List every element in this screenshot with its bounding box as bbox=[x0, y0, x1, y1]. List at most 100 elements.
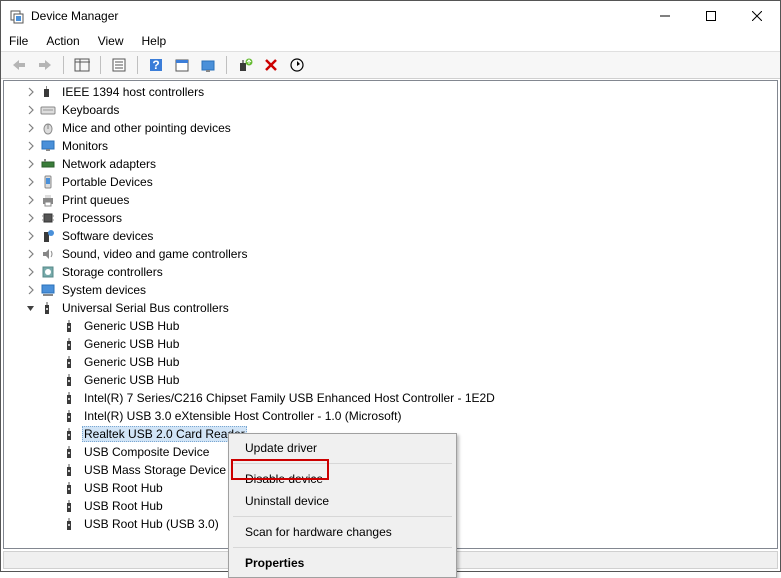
context-update-driver[interactable]: Update driver bbox=[231, 437, 454, 459]
category-node[interactable]: Network adapters bbox=[6, 155, 775, 173]
context-separator bbox=[233, 547, 452, 548]
category-label: Print queues bbox=[60, 192, 131, 208]
usb-device-icon bbox=[62, 318, 78, 334]
processor-icon bbox=[40, 210, 56, 226]
device-label: Realtek USB 2.0 Card Reader bbox=[82, 426, 247, 442]
network-icon bbox=[40, 156, 56, 172]
menubar: File Action View Help bbox=[1, 31, 780, 51]
minimize-button[interactable] bbox=[642, 1, 688, 31]
maximize-button[interactable] bbox=[688, 1, 734, 31]
context-scan-hardware[interactable]: Scan for hardware changes bbox=[231, 521, 454, 543]
context-properties[interactable]: Properties bbox=[231, 552, 454, 574]
help-button[interactable]: ? bbox=[144, 54, 168, 76]
collapse-arrow-icon[interactable] bbox=[24, 301, 38, 315]
menu-file[interactable]: File bbox=[7, 32, 30, 50]
expand-arrow-icon[interactable] bbox=[24, 121, 38, 135]
device-label: Generic USB Hub bbox=[82, 354, 181, 370]
expand-arrow-icon[interactable] bbox=[24, 283, 38, 297]
expand-arrow-icon[interactable] bbox=[24, 157, 38, 171]
category-node[interactable]: Storage controllers bbox=[6, 263, 775, 281]
device-node[interactable]: Intel(R) USB 3.0 eXtensible Host Control… bbox=[6, 407, 775, 425]
show-hide-tree-button[interactable] bbox=[70, 54, 94, 76]
svg-text:?: ? bbox=[152, 58, 159, 72]
portable-icon bbox=[40, 174, 56, 190]
usb-device-icon bbox=[62, 498, 78, 514]
category-label: Keyboards bbox=[60, 102, 121, 118]
category-label: Network adapters bbox=[60, 156, 158, 172]
expand-arrow-icon[interactable] bbox=[24, 211, 38, 225]
scan-hardware-button[interactable] bbox=[170, 54, 194, 76]
device-label: Generic USB Hub bbox=[82, 336, 181, 352]
device-node[interactable]: Generic USB Hub bbox=[6, 335, 775, 353]
expand-arrow-icon[interactable] bbox=[24, 229, 38, 243]
expand-arrow-icon[interactable] bbox=[24, 175, 38, 189]
category-node[interactable]: Monitors bbox=[6, 137, 775, 155]
device-node[interactable]: Intel(R) 7 Series/C216 Chipset Family US… bbox=[6, 389, 775, 407]
usb-device-icon bbox=[62, 390, 78, 406]
close-button[interactable] bbox=[734, 1, 780, 31]
storage-icon bbox=[40, 264, 56, 280]
usb-device-icon bbox=[62, 516, 78, 532]
expand-arrow-icon[interactable] bbox=[24, 193, 38, 207]
category-node[interactable]: Sound, video and game controllers bbox=[6, 245, 775, 263]
category-node[interactable]: IEEE 1394 host controllers bbox=[6, 83, 775, 101]
back-button[interactable] bbox=[7, 54, 31, 76]
device-label: USB Root Hub bbox=[82, 498, 165, 514]
toolbar-separator bbox=[226, 56, 227, 74]
category-label: Processors bbox=[60, 210, 124, 226]
category-node[interactable]: System devices bbox=[6, 281, 775, 299]
mouse-icon bbox=[40, 120, 56, 136]
usb-device-icon bbox=[62, 426, 78, 442]
category-node[interactable]: Mice and other pointing devices bbox=[6, 119, 775, 137]
category-node[interactable]: Print queues bbox=[6, 191, 775, 209]
usb-device-icon bbox=[62, 372, 78, 388]
toolbar-separator bbox=[63, 56, 64, 74]
category-label: Mice and other pointing devices bbox=[60, 120, 233, 136]
context-disable-device[interactable]: Disable device bbox=[231, 468, 454, 490]
context-uninstall-device[interactable]: Uninstall device bbox=[231, 490, 454, 512]
device-label: USB Root Hub (USB 3.0) bbox=[82, 516, 221, 532]
properties-button[interactable] bbox=[107, 54, 131, 76]
context-separator bbox=[233, 463, 452, 464]
monitor-icon bbox=[40, 138, 56, 154]
category-label: System devices bbox=[60, 282, 148, 298]
forward-button[interactable] bbox=[33, 54, 57, 76]
expand-arrow-icon[interactable] bbox=[24, 247, 38, 261]
show-hidden-button[interactable] bbox=[196, 54, 220, 76]
category-node[interactable]: Software devices bbox=[6, 227, 775, 245]
expand-arrow-icon[interactable] bbox=[24, 103, 38, 117]
category-label: Software devices bbox=[60, 228, 155, 244]
category-node[interactable]: Keyboards bbox=[6, 101, 775, 119]
device-label: USB Composite Device bbox=[82, 444, 211, 460]
menu-view[interactable]: View bbox=[96, 32, 126, 50]
device-label: Generic USB Hub bbox=[82, 372, 181, 388]
device-node[interactable]: Generic USB Hub bbox=[6, 317, 775, 335]
menu-help[interactable]: Help bbox=[140, 32, 169, 50]
usb-device-icon bbox=[62, 408, 78, 424]
expand-arrow-icon[interactable] bbox=[24, 85, 38, 99]
device-node[interactable]: Generic USB Hub bbox=[6, 371, 775, 389]
expand-arrow-icon[interactable] bbox=[24, 139, 38, 153]
menu-action[interactable]: Action bbox=[44, 32, 81, 50]
usb-controller-icon bbox=[40, 300, 56, 316]
software-icon bbox=[40, 228, 56, 244]
device-label: Generic USB Hub bbox=[82, 318, 181, 334]
toolbar-separator bbox=[137, 56, 138, 74]
context-separator bbox=[233, 516, 452, 517]
usb-device-icon bbox=[62, 336, 78, 352]
context-menu: Update driver Disable device Uninstall d… bbox=[228, 433, 457, 578]
category-label: Storage controllers bbox=[60, 264, 165, 280]
update-driver-button[interactable] bbox=[233, 54, 257, 76]
expand-arrow-icon[interactable] bbox=[24, 265, 38, 279]
disable-device-button[interactable] bbox=[285, 54, 309, 76]
toolbar-separator bbox=[100, 56, 101, 74]
system-icon bbox=[40, 282, 56, 298]
uninstall-device-button[interactable] bbox=[259, 54, 283, 76]
printer-icon bbox=[40, 192, 56, 208]
toolbar: ? bbox=[1, 51, 780, 79]
category-node-usb[interactable]: Universal Serial Bus controllers bbox=[6, 299, 775, 317]
device-label: USB Mass Storage Device bbox=[82, 462, 228, 478]
category-node[interactable]: Portable Devices bbox=[6, 173, 775, 191]
device-node[interactable]: Generic USB Hub bbox=[6, 353, 775, 371]
category-node[interactable]: Processors bbox=[6, 209, 775, 227]
